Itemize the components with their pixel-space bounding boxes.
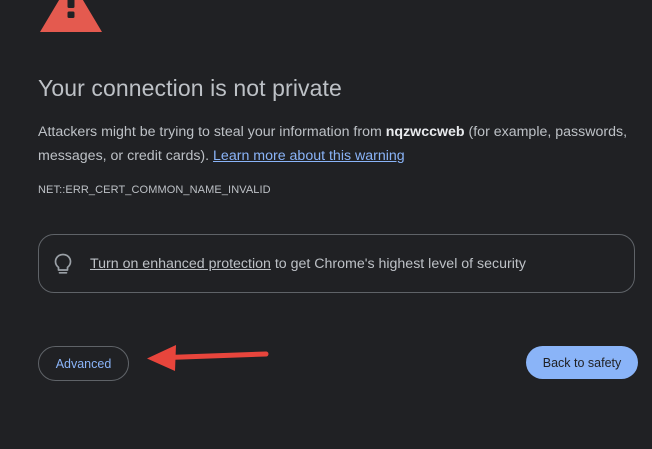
page-title: Your connection is not private <box>38 75 342 101</box>
site-host: nqzwccweb <box>385 124 465 140</box>
red-arrow-annotation <box>147 345 269 371</box>
advanced-button[interactable]: Advanced <box>38 346 129 381</box>
enhanced-protection-text: Turn on enhanced protection to get Chrom… <box>90 256 526 272</box>
lightbulb-icon <box>54 253 72 274</box>
enhanced-protection-link[interactable]: Turn on enhanced protection <box>90 256 271 272</box>
error-code: NET::ERR_CERT_COMMON_NAME_INVALID <box>38 184 271 196</box>
enhanced-protection-rest: to get Chrome's highest level of securit… <box>270 256 526 272</box>
learn-more-link[interactable]: Learn more about this warning <box>213 148 405 164</box>
warning-triangle-icon <box>40 0 102 32</box>
description-prefix: Attackers might be trying to steal your … <box>38 124 386 140</box>
back-to-safety-button[interactable]: Back to safety <box>526 346 638 379</box>
enhanced-protection-banner: Turn on enhanced protection to get Chrom… <box>38 234 635 293</box>
warning-description: Attackers might be trying to steal your … <box>38 120 628 168</box>
